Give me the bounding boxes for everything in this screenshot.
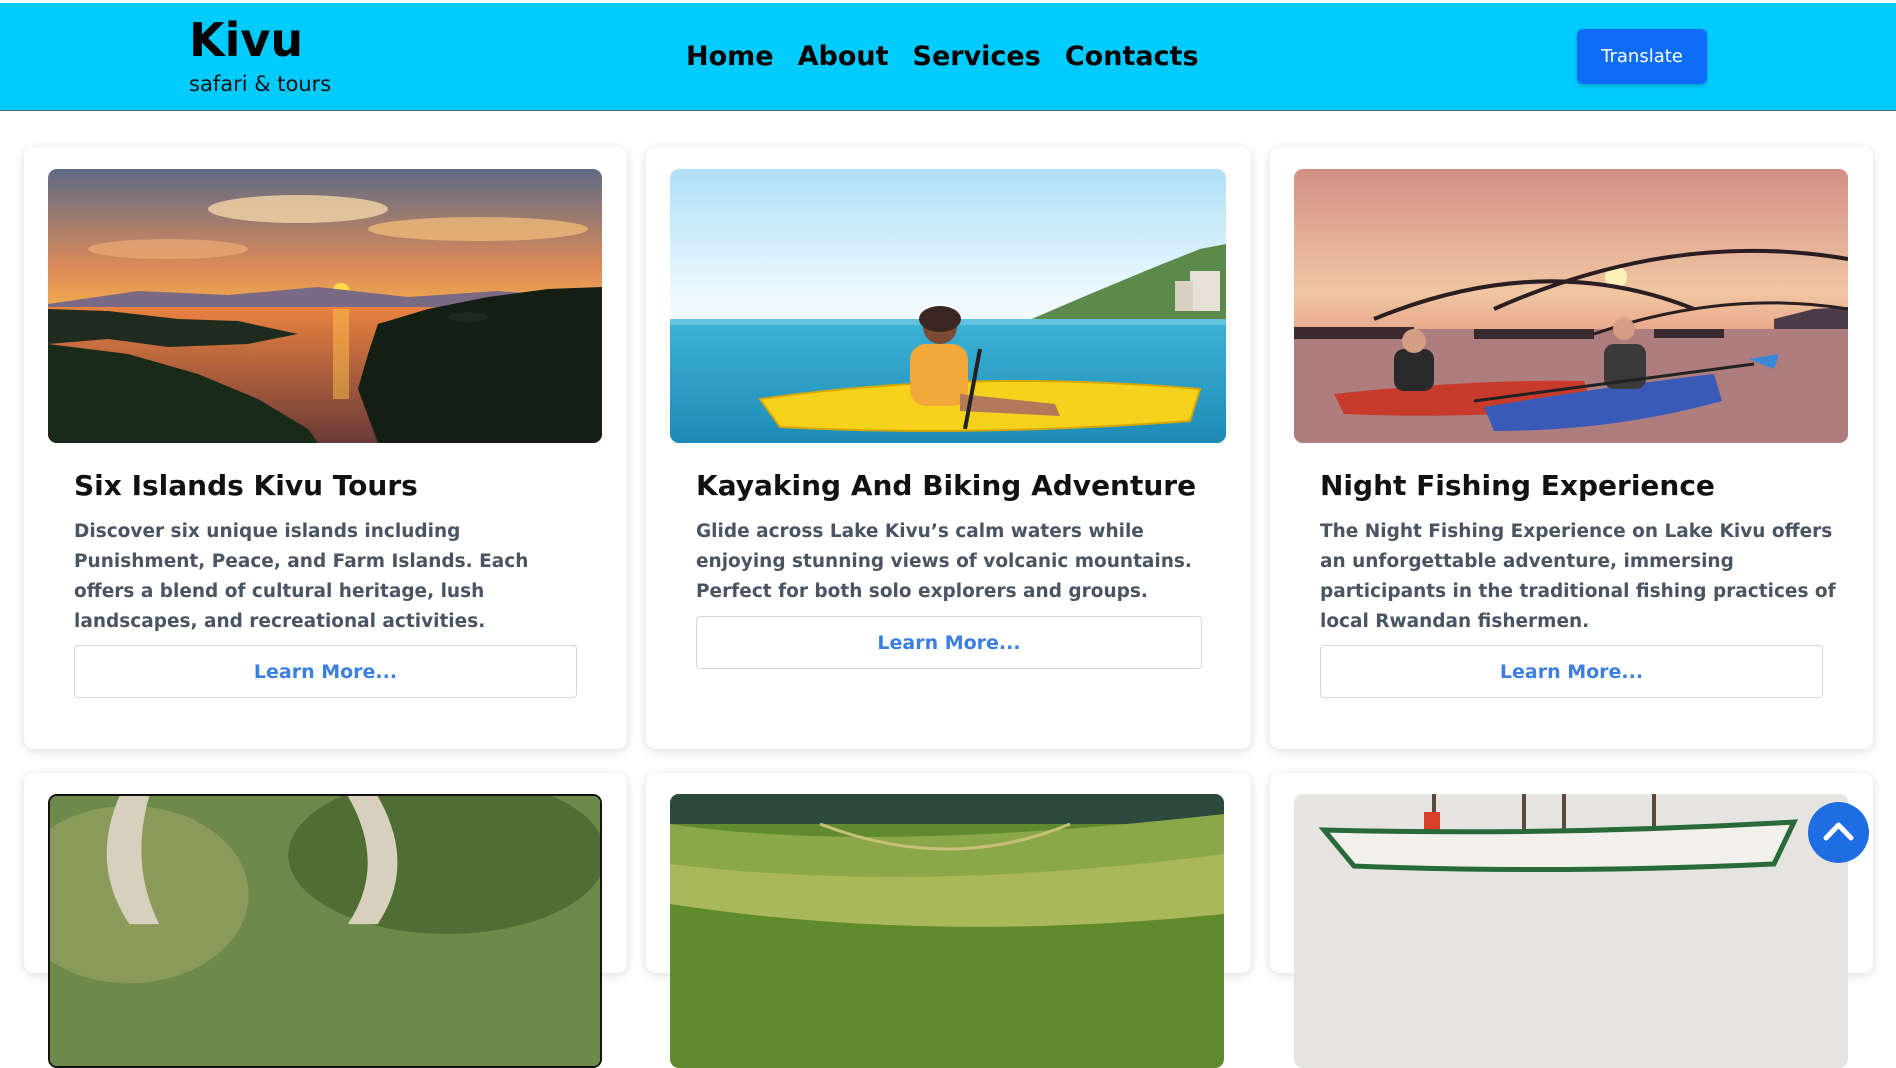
card-title: Night Fishing Experience <box>1320 469 1715 502</box>
card-title: Six Islands Kivu Tours <box>74 469 418 502</box>
card-title: Kayaking And Biking Adventure <box>696 469 1197 502</box>
card-image-wooden-boat[interactable] <box>1294 794 1848 1068</box>
chevron-up-icon <box>1823 822 1854 841</box>
card-image-kayaker[interactable] <box>670 169 1226 443</box>
nav-services[interactable]: Services <box>913 41 1041 72</box>
card-description: The Night Fishing Experience on Lake Kiv… <box>1320 521 1836 632</box>
translate-button[interactable]: Translate <box>1577 29 1707 84</box>
scroll-to-top-button[interactable] <box>1808 802 1869 863</box>
nav-about[interactable]: About <box>798 41 889 72</box>
learn-more-button[interactable]: Learn More... <box>696 616 1202 669</box>
brand-tagline: safari & tours <box>189 71 332 96</box>
site-header: Kivu safari & tours Home About Services … <box>0 3 1896 111</box>
learn-more-button[interactable]: Learn More... <box>1320 645 1823 698</box>
card-image-fishing-boats[interactable] <box>1294 169 1848 443</box>
tour-card-partial-2 <box>646 773 1251 1068</box>
tour-card-partial-3 <box>1270 773 1873 1068</box>
tour-card-kayaking: Kayaking And Biking Adventure Glide acro… <box>646 147 1251 749</box>
card-image-horns[interactable] <box>48 794 602 1068</box>
tour-card-night-fishing: Night Fishing Experience The Night Fishi… <box>1270 147 1873 749</box>
main-nav: Home About Services Contacts <box>686 41 1199 72</box>
card-description: Glide across Lake Kivu’s calm waters whi… <box>696 521 1192 602</box>
tour-card-partial-1 <box>24 773 627 1068</box>
nav-home[interactable]: Home <box>686 41 774 72</box>
nav-contacts[interactable]: Contacts <box>1065 41 1199 72</box>
tour-card-six-islands: Six Islands Kivu Tours Discover six uniq… <box>24 147 627 749</box>
learn-more-button[interactable]: Learn More... <box>74 645 577 698</box>
card-image-sunset-islands[interactable] <box>48 169 602 443</box>
brand-name: Kivu <box>189 13 304 67</box>
brand-logo[interactable]: Kivu safari & tours <box>189 15 331 96</box>
card-image-terraced-hills[interactable] <box>670 794 1224 1068</box>
card-description: Discover six unique islands including Pu… <box>74 521 529 632</box>
